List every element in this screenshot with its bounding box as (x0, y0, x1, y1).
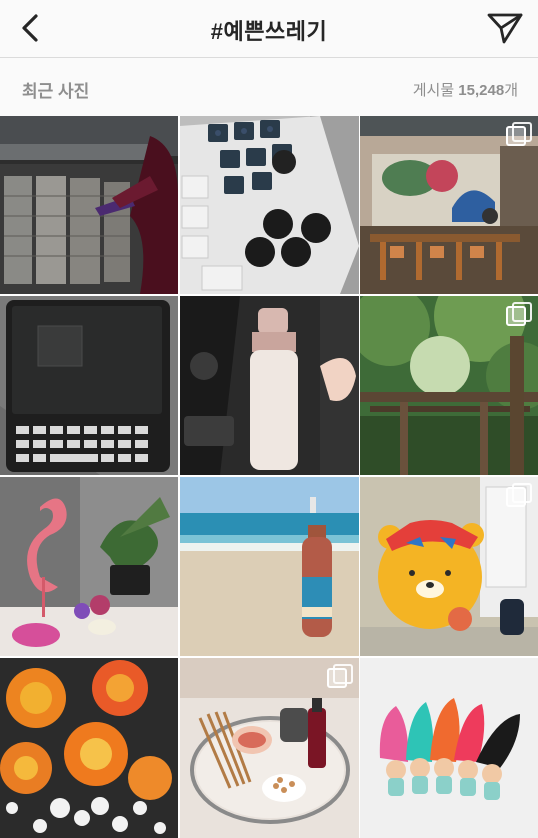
multiple-photos-icon (506, 483, 532, 509)
photo-tile-tray-snacks[interactable] (179, 658, 359, 838)
post-count: 게시물 15,248개 (413, 79, 518, 100)
photo-tile-flamingo-lamp[interactable] (0, 477, 178, 656)
photo-tile-subway-turnstiles[interactable] (0, 116, 178, 294)
photo-grid (0, 116, 538, 838)
photo-tile-cafe-interior[interactable] (360, 116, 538, 294)
direct-message-button[interactable] (486, 10, 524, 46)
photo-flamingo-lamp (0, 477, 178, 656)
photo-starbucks-tumbler (179, 296, 359, 475)
photo-beach-bottle (179, 477, 359, 656)
photo-blackberry-phone (0, 296, 178, 475)
photo-keyboard-keycaps (179, 116, 359, 294)
recent-photos-bar: 최근 사진 게시물 15,248개 (0, 58, 538, 116)
photo-tile-ryan-toy[interactable] (360, 477, 538, 656)
post-count-value: 15,248 (458, 82, 505, 99)
multiple-photos-icon (326, 664, 353, 690)
photo-tile-forest-torii[interactable] (360, 296, 538, 475)
photo-tile-troll-dolls[interactable] (360, 658, 538, 838)
section-title: 최근 사진 (22, 82, 90, 101)
photo-tile-keyboard-keycaps[interactable] (179, 116, 359, 294)
photo-tile-orange-roses[interactable] (0, 658, 178, 838)
photo-tile-starbucks-tumbler[interactable] (179, 296, 359, 475)
post-count-unit: 개 (504, 82, 518, 99)
photo-troll-dolls (360, 658, 538, 838)
paper-plane-icon (487, 13, 523, 44)
photo-tile-beach-bottle[interactable] (179, 477, 359, 656)
photo-subway-turnstiles (0, 116, 178, 294)
photo-orange-roses (0, 658, 178, 838)
post-count-label: 게시물 (412, 82, 455, 99)
photo-tile-blackberry-phone[interactable] (0, 296, 178, 475)
multiple-photos-icon (506, 302, 532, 328)
hashtag-title: #예쁜쓰레기 (210, 19, 328, 44)
multiple-photos-icon (506, 122, 532, 148)
top-navigation-bar: #예쁜쓰레기 (0, 0, 538, 58)
